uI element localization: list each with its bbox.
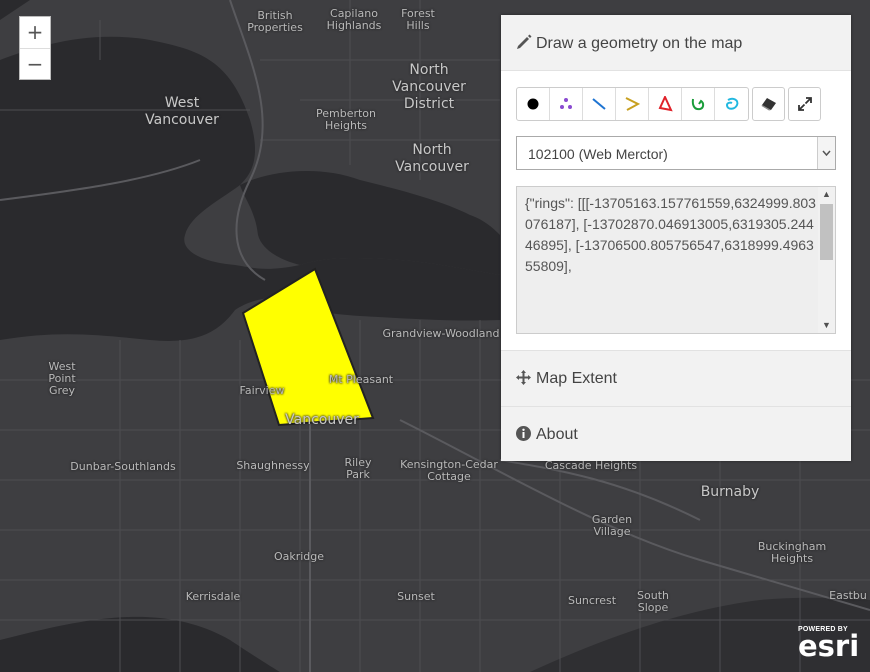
place-label: Garden Village <box>591 513 633 538</box>
place-label: South Slope <box>637 589 669 614</box>
place-label: Sunset <box>397 590 435 603</box>
freehand-polygon-icon <box>691 98 705 111</box>
spatial-reference-select[interactable]: 102100 (Web Merctor) <box>516 136 836 170</box>
polygon-tool[interactable] <box>649 88 682 120</box>
chevron-down-icon <box>817 137 835 169</box>
place-label: North Vancouver District <box>392 62 466 112</box>
draw-toolbar <box>516 87 821 121</box>
map-extent-label: Map Extent <box>536 370 617 387</box>
freehand-polygon-tool[interactable] <box>682 88 715 120</box>
scroll-up-icon[interactable]: ▲ <box>818 187 835 202</box>
place-label: West Vancouver <box>145 95 219 128</box>
place-label: Kerrisdale <box>185 590 241 603</box>
place-label: Eastbu <box>829 589 867 602</box>
fullscreen-button[interactable] <box>788 87 821 121</box>
about-section[interactable]: About <box>501 406 851 461</box>
panel-header[interactable]: Draw a geometry on the map <box>501 15 851 71</box>
info-icon <box>516 426 531 441</box>
zoom-in-button[interactable]: + <box>20 17 50 48</box>
place-label: Dunbar-Southlands <box>70 460 176 473</box>
circle-icon <box>725 97 738 110</box>
esri-logo: esri <box>798 629 860 663</box>
geometry-json-text: {"rings": [[[-13705163.157761559,6324999… <box>525 195 816 274</box>
place-label: British Properties <box>247 9 303 34</box>
line-icon <box>592 98 606 110</box>
place-label: West Point Grey <box>48 360 76 397</box>
line-tool[interactable] <box>583 88 616 120</box>
place-label: Oakridge <box>273 550 325 563</box>
place-label: Forest Hills <box>401 7 435 32</box>
place-label: Cascade Heights <box>544 459 638 472</box>
place-label: Pemberton Heights <box>315 107 377 132</box>
place-label: Vancouver <box>285 412 359 428</box>
scroll-down-icon[interactable]: ▼ <box>818 318 835 333</box>
multipoint-icon <box>560 98 572 109</box>
draw-tool-group <box>516 87 749 121</box>
geometry-json-textarea[interactable]: {"rings": [[[-13705163.157761559,6324999… <box>516 186 836 334</box>
place-label: Grandview-Woodland <box>382 327 500 340</box>
clear-button[interactable] <box>752 87 785 121</box>
move-icon <box>516 370 531 385</box>
map-extent-section[interactable]: Map Extent <box>501 350 851 406</box>
about-label: About <box>536 426 578 443</box>
pencil-icon <box>517 34 532 49</box>
place-label: Shaughnessy <box>236 459 310 472</box>
place-label: Mt Pleasant <box>328 373 394 386</box>
point-tool[interactable] <box>517 88 550 120</box>
place-label: Fairview <box>239 384 285 397</box>
polygon-icon <box>658 96 673 112</box>
place-label: Suncrest <box>567 594 617 607</box>
place-label: Capilano Highlands <box>326 7 382 32</box>
multipoint-tool[interactable] <box>550 88 583 120</box>
polyline-icon <box>625 97 640 111</box>
eraser-icon <box>761 98 776 111</box>
scrollbar-thumb[interactable] <box>820 204 833 260</box>
place-label: Kensington-Cedar Cottage <box>400 458 498 483</box>
textarea-scrollbar[interactable]: ▲ ▼ <box>818 187 835 333</box>
polyline-tool[interactable] <box>616 88 649 120</box>
geometry-panel: Draw a geometry on the map 102100 (Web M… <box>501 15 851 461</box>
esri-attribution[interactable]: POWERED BY esri <box>798 626 860 663</box>
zoom-out-button[interactable]: − <box>20 48 50 79</box>
place-label: North Vancouver <box>395 142 469 175</box>
zoom-control: + − <box>19 16 51 80</box>
point-icon <box>527 98 539 110</box>
circle-tool[interactable] <box>715 88 748 120</box>
place-label: Buckingham Heights <box>757 540 827 565</box>
panel-title: Draw a geometry on the map <box>536 35 743 52</box>
place-label: Burnaby <box>700 484 760 500</box>
expand-icon <box>797 97 812 111</box>
place-label: Riley Park <box>344 456 372 481</box>
spatial-reference-value: 102100 (Web Merctor) <box>528 146 668 162</box>
